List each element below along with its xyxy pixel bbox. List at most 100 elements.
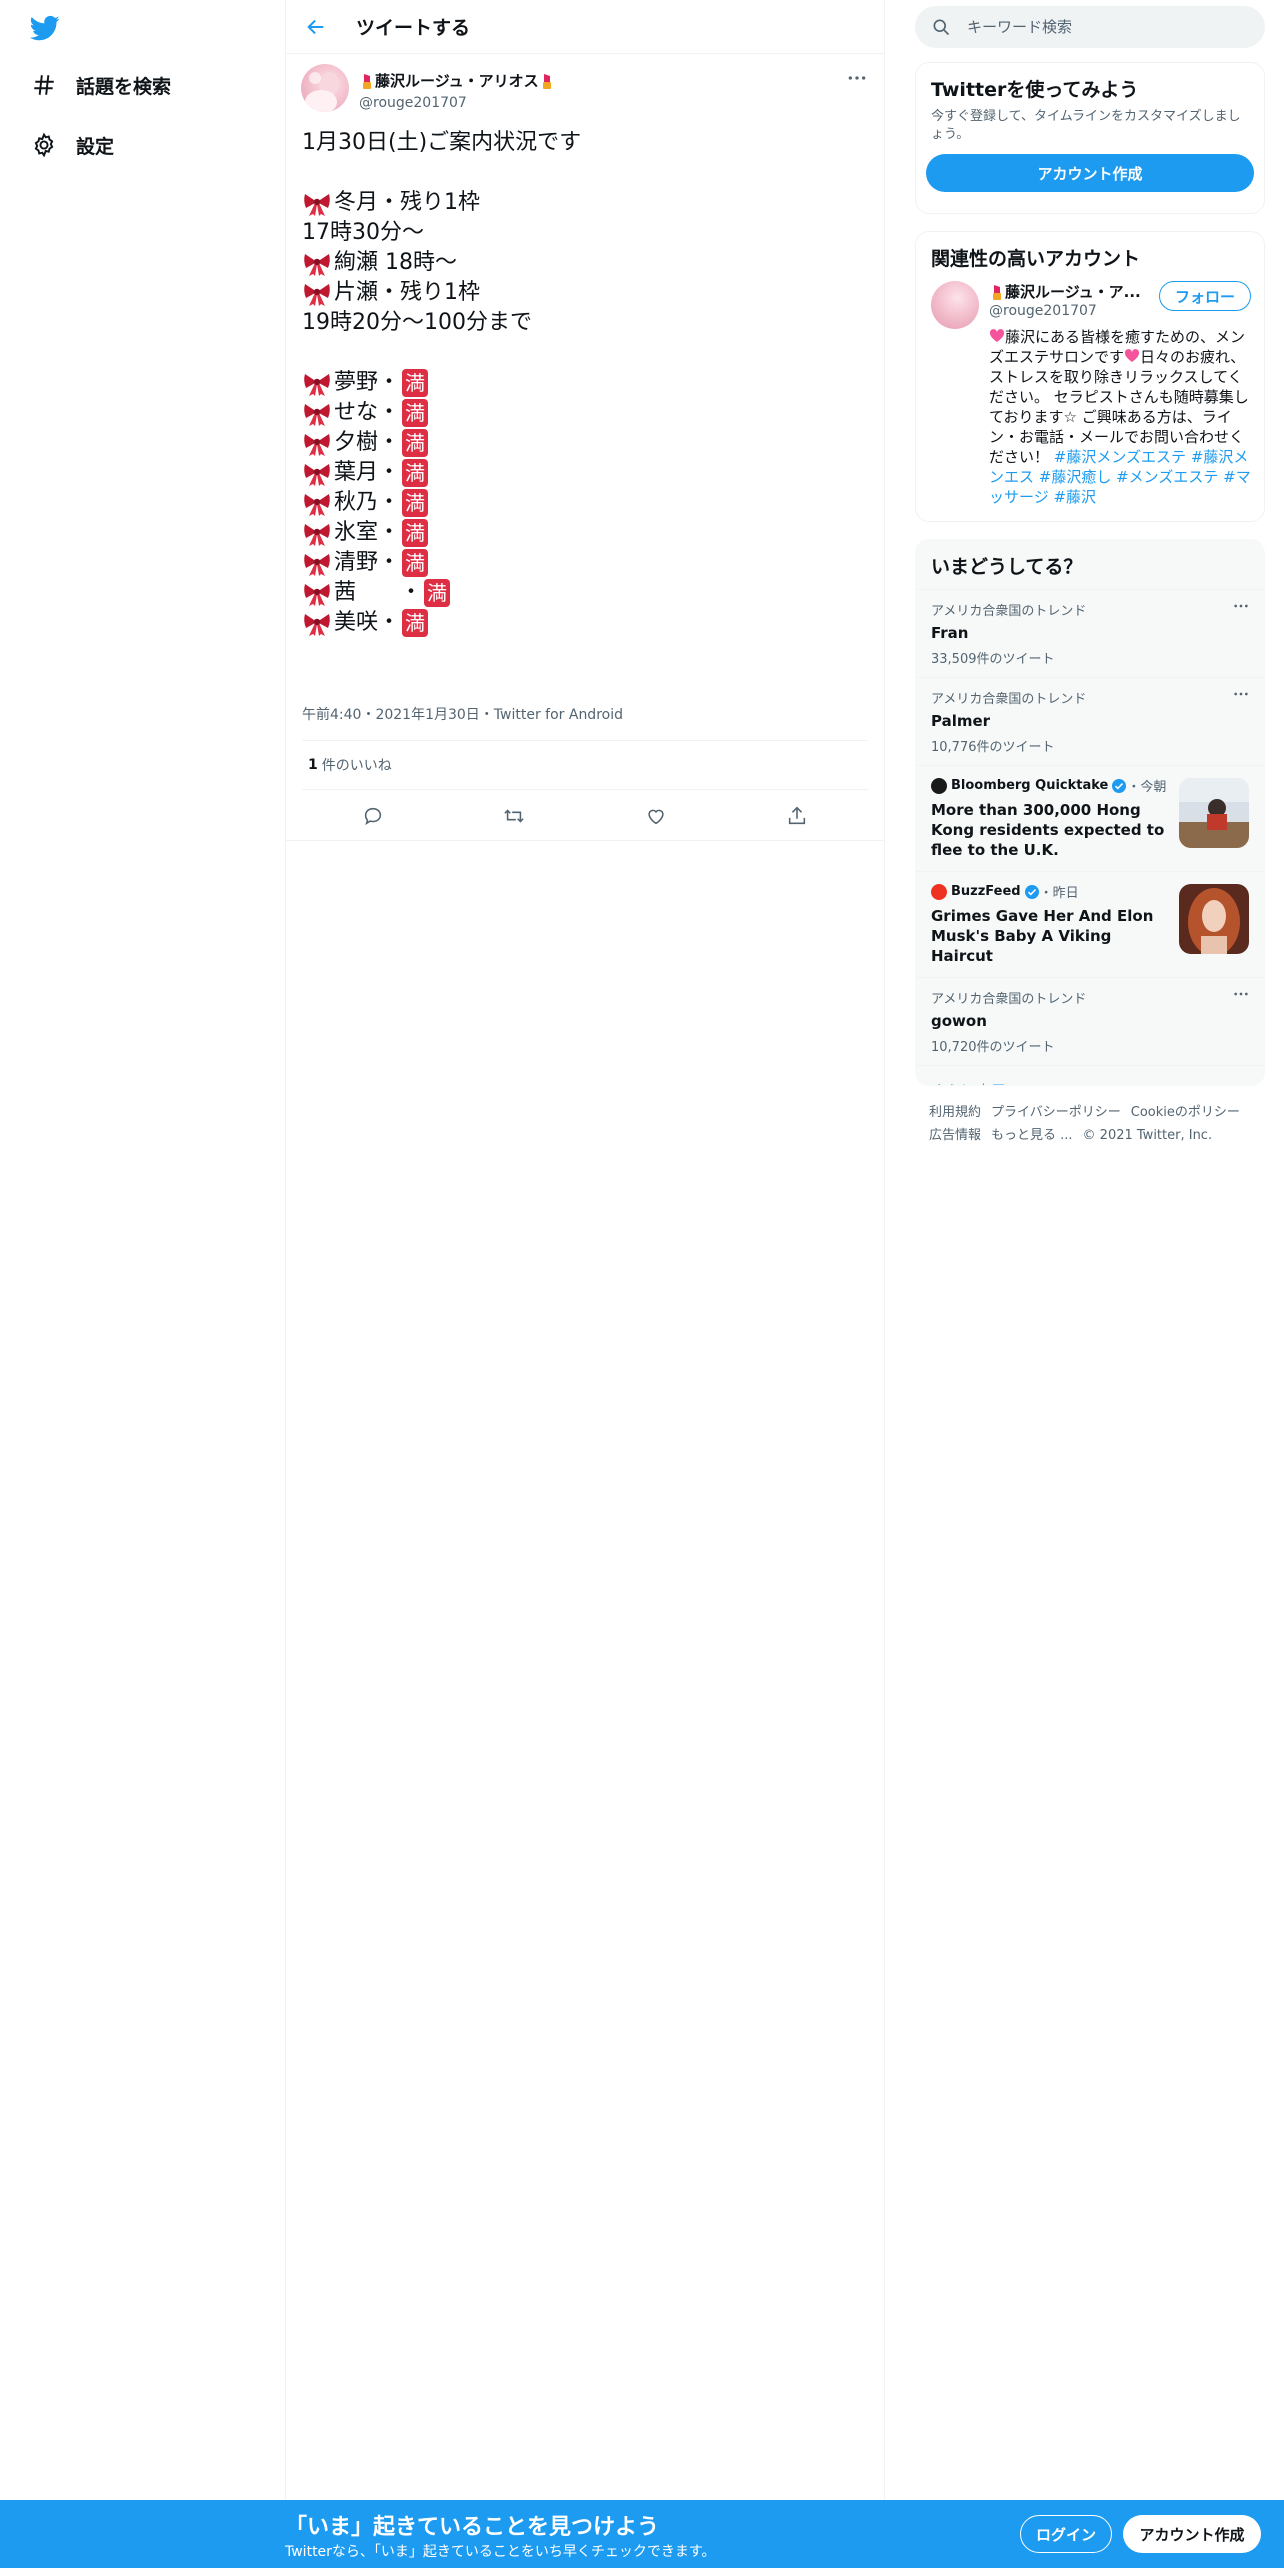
more-options-icon[interactable] <box>843 68 871 88</box>
reply-icon[interactable] <box>353 796 393 836</box>
related-account-name-text: 藤沢ルージュ・ア... <box>1005 283 1141 301</box>
related-account-bio: 藤沢にある皆様を癒すための、メンズエステサロンです 日々のお疲れ、ストレスを取り除… <box>989 327 1254 507</box>
trend-count: 33,509件のツイート <box>931 652 1055 667</box>
trend-context: アメリカ合衆国のトレンド <box>931 604 1087 619</box>
full-badge: 満 <box>402 399 429 427</box>
ribbon-emoji-icon <box>302 429 332 457</box>
verified-badge-icon <box>1111 778 1127 794</box>
trend-name: gowon <box>931 1012 987 1030</box>
ribbon-emoji-icon <box>302 579 332 607</box>
news-title: Grimes Gave Her And Elon Musk's Baby A V… <box>931 907 1154 965</box>
lipstick-icon <box>541 73 553 89</box>
tweet-line-text: 葉月・ <box>334 460 401 485</box>
full-badge: 満 <box>402 609 429 637</box>
heart-icon <box>989 328 1005 342</box>
bottom-bar-subtitle: Twitterなら、「いま」起きていることをいち早くチェックできます。 <box>285 2544 716 2560</box>
main-column: ツイートする 藤沢ルージュ・アリオス @rouge201707 1月30日(土)… <box>285 0 885 2500</box>
related-accounts-card: 関連性の高いアカウント 藤沢ルージュ・ア... @rouge201707 フォロ… <box>915 231 1265 522</box>
ribbon-emoji-icon <box>302 279 332 307</box>
ribbon-emoji-icon <box>302 549 332 577</box>
trend-count: 10,720件のツイート <box>931 1040 1055 1055</box>
tweet-line: せな・満 <box>302 398 862 428</box>
trend-item[interactable]: アメリカ合衆国のトレンド gowon 10,720件のツイート <box>916 977 1264 1065</box>
news-item[interactable]: Bloomberg Quicktake ・今朝 More than 300,00… <box>916 765 1264 871</box>
related-account-name[interactable]: 藤沢ルージュ・ア... <box>989 281 1144 302</box>
divider <box>286 840 884 841</box>
cookie-link[interactable]: Cookieのポリシー <box>1131 1105 1240 1120</box>
back-arrow-icon[interactable] <box>298 9 334 45</box>
full-badge: 満 <box>402 429 429 457</box>
tweet-text: 1月30日(土)ご案内状況です 冬月・残り1枠 17時30分～ 絢瀬 18時～ 片瀬・残… <box>302 128 862 638</box>
related-account[interactable]: 藤沢ルージュ・ア... @rouge201707 フォロー 藤沢にある皆様を癒す… <box>916 271 1264 506</box>
trends-title: いまどうしてる？ <box>931 556 1083 578</box>
page-title: ツイートする <box>356 17 471 39</box>
like-icon[interactable] <box>636 796 676 836</box>
nav-explore[interactable]: 話題を検索 <box>28 65 171 105</box>
tweet-actions <box>302 791 868 841</box>
more-options-icon[interactable] <box>1230 986 1252 1002</box>
tweet-line-text: 19時20分～100分まで <box>302 310 532 335</box>
privacy-link[interactable]: プライバシーポリシー <box>991 1105 1121 1120</box>
related-account-handle: @rouge201707 <box>989 303 1097 319</box>
search-bar[interactable] <box>915 6 1265 48</box>
follow-button[interactable]: フォロー <box>1159 281 1251 311</box>
tweet-line-text: 冬月・残り1枠 <box>334 190 480 215</box>
trend-item[interactable]: アメリカ合衆国のトレンド Fran 33,509件のツイート <box>916 589 1264 677</box>
trend-item[interactable]: アメリカ合衆国のトレンド Palmer 10,776件のツイート <box>916 677 1264 765</box>
tweet-line: 1月30日(土)ご案内状況です <box>302 128 862 158</box>
author-handle[interactable]: @rouge201707 <box>359 95 555 111</box>
nav-explore-label: 話題を検索 <box>76 75 172 98</box>
related-accounts-title: 関連性の高いアカウント <box>931 248 1141 270</box>
like-count-row[interactable]: 1 件のいいね <box>302 740 868 790</box>
ribbon-emoji-icon <box>302 189 332 217</box>
terms-link[interactable]: 利用規約 <box>929 1105 981 1120</box>
signup-button[interactable]: アカウント作成 <box>1123 2515 1261 2553</box>
tweet-line: 茜 ・満 <box>302 578 862 608</box>
avatar[interactable] <box>301 64 349 112</box>
trends-card: いまどうしてる？ アメリカ合衆国のトレンド Fran 33,509件のツイート … <box>915 539 1265 1086</box>
trend-name: Fran <box>931 624 969 642</box>
tweet-line-text: 夢野・ <box>334 370 401 395</box>
news-thumbnail <box>1179 884 1249 954</box>
tweet-line: 絢瀬 18時～ <box>302 248 862 278</box>
more-options-icon[interactable] <box>1230 686 1252 702</box>
ads-info-link[interactable]: 広告情報 <box>929 1128 981 1143</box>
bottom-bar-title: 「いま」起きていることを見つけよう <box>285 2515 660 2540</box>
tweet-line <box>302 158 862 188</box>
login-button[interactable]: ログイン <box>1020 2515 1112 2553</box>
show-more-link[interactable]: さらに表示 <box>916 1065 1264 1085</box>
retweet-icon[interactable] <box>494 796 534 836</box>
more-link[interactable]: もっと見る ... <box>991 1128 1073 1143</box>
signup-card-description: 今すぐ登録して、タイムラインをカスタマイズしましょう。 <box>931 109 1241 142</box>
tweet-line-text: 美咲・ <box>334 610 401 635</box>
nav-settings[interactable]: 設定 <box>28 125 114 165</box>
tweet-line-text: せな・ <box>334 400 401 425</box>
verified-badge-icon <box>1024 884 1040 900</box>
share-icon[interactable] <box>777 796 817 836</box>
tweet-timestamp[interactable]: 午前4:40・2021年1月30日・Twitter for Android <box>302 704 623 724</box>
news-source: Bloomberg Quicktake <box>951 778 1109 793</box>
left-navigation: 話題を検索 設定 <box>0 0 285 2500</box>
full-badge: 満 <box>424 579 451 607</box>
search-input[interactable] <box>965 17 1245 37</box>
author-name[interactable]: 藤沢ルージュ・アリオス <box>359 70 555 91</box>
tweet-line: 秋乃・満 <box>302 488 862 518</box>
tweet-line: 19時20分～100分まで <box>302 308 862 338</box>
ribbon-emoji-icon <box>302 249 332 277</box>
more-options-icon[interactable] <box>1230 598 1252 614</box>
full-badge: 満 <box>402 369 429 397</box>
tweet-line: 夢野・満 <box>302 368 862 398</box>
footer-links: 利用規約 プライバシーポリシー Cookieのポリシー 広告情報 もっと見る ... ©… <box>929 1101 1259 1147</box>
heart-icon <box>1124 348 1140 362</box>
avatar[interactable] <box>931 281 979 329</box>
author-name-text: 藤沢ルージュ・アリオス <box>375 72 539 90</box>
tweet-line: 冬月・残り1枠 <box>302 188 862 218</box>
full-badge: 満 <box>402 519 429 547</box>
gear-icon <box>28 129 60 161</box>
lipstick-icon <box>991 284 1003 300</box>
news-item[interactable]: BuzzFeed ・昨日 Grimes Gave Her And Elon Mu… <box>916 871 1264 977</box>
create-account-button[interactable]: アカウント作成 <box>926 154 1254 192</box>
twitter-logo-icon[interactable] <box>28 13 62 43</box>
signup-card: Twitterを使ってみよう 今すぐ登録して、タイムラインをカスタマイズしましょ… <box>915 62 1265 214</box>
trend-context: アメリカ合衆国のトレンド <box>931 992 1087 1007</box>
